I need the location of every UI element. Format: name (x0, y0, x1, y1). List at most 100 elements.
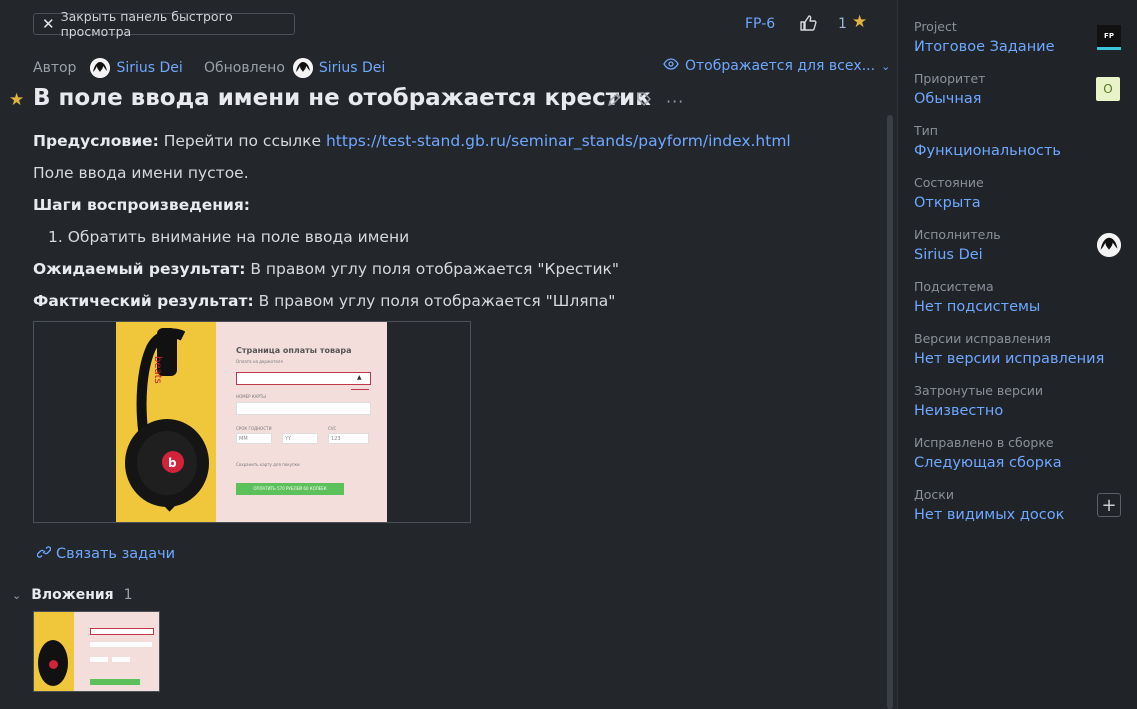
field-affected-versions: Затронутые версии Неизвестно (914, 383, 1043, 419)
title-tools: ··· (607, 91, 684, 111)
eye-icon (663, 58, 679, 74)
expected-label: Ожидаемый результат: (33, 260, 246, 278)
field-value[interactable]: Следующая сборка (914, 455, 1062, 471)
field-label: Доски (914, 487, 954, 502)
card-label: НОМЕР КАРТЫ (236, 394, 266, 399)
updated-info: Обновлено Sirius Dei (204, 58, 385, 78)
payform-screenshot: beats b Страница оплаты товара Оплата на… (116, 322, 387, 522)
actual-label: Фактический результат: (33, 292, 254, 310)
form-title: Страница оплаты товара (236, 346, 352, 355)
attachments-toggle[interactable]: ⌄ Вложения 1 (12, 587, 133, 603)
hat-icon: ▲ (357, 374, 362, 381)
pencil-icon[interactable] (607, 92, 622, 111)
add-board-button[interactable]: + (1097, 493, 1121, 517)
field-label: Версии исправления (914, 331, 1051, 346)
link-issues-label: Связать задачи (56, 546, 176, 562)
visibility-dropdown[interactable]: Отображается для всех... ⌄ (663, 58, 890, 74)
field-label: Исполнитель (914, 227, 1001, 242)
field-label: Затронутые версии (914, 383, 1044, 398)
svg-text:b: b (168, 456, 177, 470)
field-assignee: Исполнитель Sirius Dei (914, 227, 1001, 263)
scrollbar[interactable] (887, 115, 893, 709)
updated-label: Обновлено (204, 60, 285, 76)
field-value[interactable]: Нет версии исправления (914, 351, 1104, 367)
field-value[interactable]: Нет подсистемы (914, 299, 1040, 315)
attachments-label: Вложения (31, 587, 114, 603)
attachment-thumbnail[interactable] (33, 611, 160, 692)
field-label: Тип (914, 123, 938, 138)
field-label: Исправлено в сборке (914, 435, 1054, 450)
attachments-count: 1 (123, 587, 133, 603)
name-field (236, 372, 371, 385)
pay-button: ОПЛАТИТЬ 570 РУБЛЕЙ 60 КОПЕЕК (236, 483, 344, 495)
thumbs-up-icon[interactable] (799, 14, 817, 32)
field-label: Приоритет (914, 71, 986, 86)
actual-result: Фактический результат: В правом углу пол… (33, 292, 615, 310)
precondition-label: Предусловие: (33, 132, 159, 150)
field-priority: Приоритет Обычная (914, 71, 985, 107)
priority-icon: O (1096, 77, 1120, 101)
issue-panel: ✕ Закрыть панель быстрого просмотра FP-6… (0, 0, 897, 709)
field-value[interactable]: Неизвестно (914, 403, 1043, 419)
plus-icon: + (1101, 494, 1117, 516)
link-icon (36, 545, 52, 563)
cvc-field: 123 (328, 433, 369, 444)
save-card-label: Сохранить карту для покупки (236, 462, 300, 467)
field-value[interactable]: Итоговое Задание (914, 39, 1055, 55)
field-value[interactable]: Открыта (914, 195, 984, 211)
precondition-link[interactable]: https://test-stand.gb.ru/seminar_stands/… (326, 132, 791, 150)
link-issues-button[interactable]: Связать задачи (36, 545, 176, 563)
field-state: Состояние Открыта (914, 175, 984, 211)
card-field (236, 402, 371, 415)
avatar (292, 58, 313, 78)
field-label: Project (914, 19, 957, 34)
field-fixed-in-build: Исправлено в сборке Следующая сборка (914, 435, 1062, 471)
more-icon[interactable]: ··· (666, 92, 684, 111)
close-panel-button[interactable]: ✕ Закрыть панель быстрого просмотра (33, 9, 295, 39)
votes-count: 1 (838, 16, 847, 32)
yy-field: YY (282, 433, 318, 444)
field-fix-versions: Версии исправления Нет версии исправлени… (914, 331, 1104, 367)
thumb-button (90, 679, 140, 685)
description-line: Поле ввода имени пустое. (33, 164, 249, 182)
chevron-down-icon: ⌄ (12, 588, 22, 602)
field-value[interactable]: Функциональность (914, 143, 1061, 159)
field-value[interactable]: Обычная (914, 91, 985, 107)
precondition: Предусловие: Перейти по ссылке https://t… (33, 132, 791, 150)
close-icon: ✕ (42, 14, 55, 33)
tag-icon[interactable] (636, 91, 652, 111)
field-type: Тип Функциональность (914, 123, 1061, 159)
avatar (90, 58, 111, 78)
expected-text: В правом углу поля отображается "Крестик… (250, 260, 620, 278)
thumb-logo (49, 660, 58, 669)
headphones-image: beats b (125, 328, 209, 512)
expected-result: Ожидаемый результат: В правом углу поля … (33, 260, 619, 278)
thumb-field (90, 628, 154, 635)
precondition-text: Перейти по ссылке (163, 132, 322, 150)
error-underline (351, 389, 369, 390)
assignee-avatar (1097, 233, 1121, 257)
chevron-down-icon: ⌄ (881, 59, 891, 73)
expiry-label: СРОК ГОДНОСТИ (236, 426, 272, 431)
embedded-screenshot[interactable]: beats b Страница оплаты товара Оплата на… (33, 321, 471, 523)
star-icon[interactable]: ★ (852, 12, 867, 32)
field-label: Подсистема (914, 279, 994, 294)
thumb-field (90, 642, 152, 647)
actual-text: В правом углу поля отображается "Шляпа" (258, 292, 616, 310)
field-project: Project Итоговое Задание (914, 19, 1055, 55)
close-panel-label: Закрыть панель быстрого просмотра (60, 9, 233, 39)
field-value[interactable]: Sirius Dei (914, 247, 1001, 263)
updater-name[interactable]: Sirius Dei (319, 60, 385, 76)
visibility-label: Отображается для всех... (685, 58, 876, 74)
issue-key[interactable]: FP-6 (745, 16, 775, 32)
author-name[interactable]: Sirius Dei (116, 60, 182, 76)
issue-title[interactable]: В поле ввода имени не отображается крест… (33, 85, 651, 111)
field-label: Состояние (914, 175, 984, 190)
favorite-star-icon[interactable]: ★ (9, 90, 24, 110)
author-info: Автор Sirius Dei (33, 58, 183, 78)
svg-text:beats: beats (152, 356, 163, 384)
field-boards: Доски Нет видимых досок (914, 487, 1064, 523)
step-item: 1. Обратить внимание на поле ввода имени (48, 228, 410, 246)
thumb-field (112, 657, 130, 662)
field-value[interactable]: Нет видимых досок (914, 507, 1064, 523)
